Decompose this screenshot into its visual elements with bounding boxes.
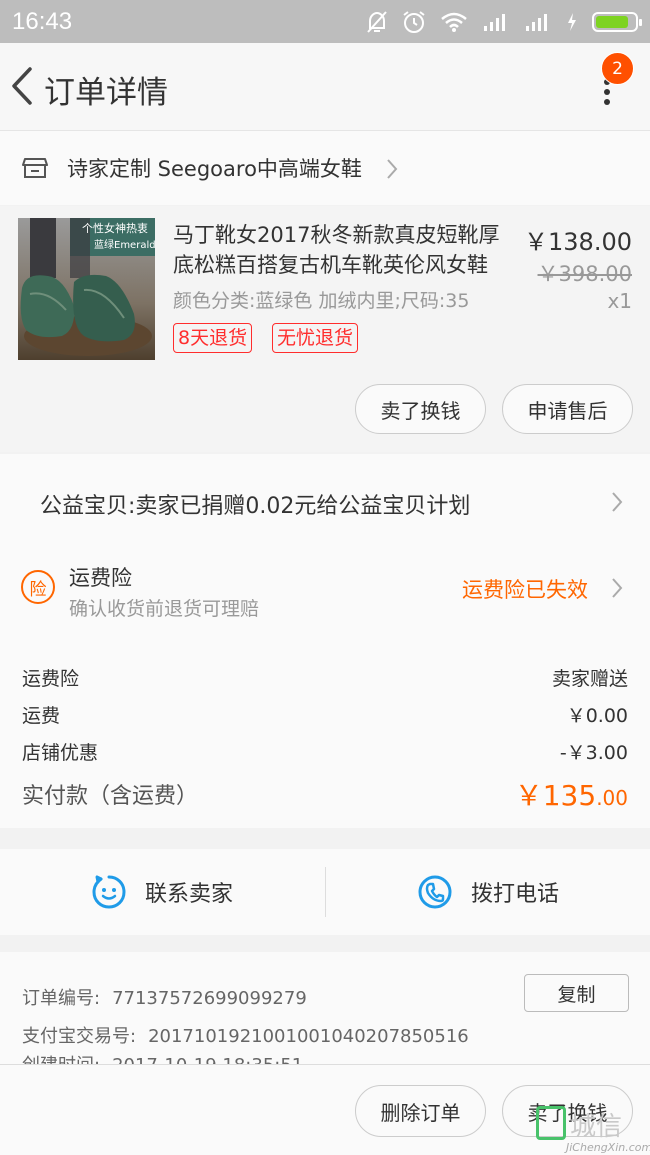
status-icons (366, 10, 642, 34)
watermark-text: 城信 (570, 1112, 623, 1142)
copy-button[interactable]: 复制 (524, 974, 629, 1012)
product-title: 马丁靴女2017秋冬新款真皮短靴厚底松糕百搭复古机车靴英伦风女鞋 (173, 223, 500, 277)
total-amount-decimal: .00 (596, 786, 628, 810)
charging-icon (568, 12, 576, 31)
product-spec: 颜色分类:蓝绿色 加绒内里;尺码:35 (173, 290, 470, 312)
fee-label: 运费 (22, 705, 61, 727)
mute-icon (367, 10, 387, 33)
chevron-right-icon (612, 492, 623, 512)
order-number: 7713757269909927​9 (112, 988, 307, 1009)
fee-row: 运费 ￥0.00 (22, 701, 628, 731)
status-bar: 16:43 (0, 0, 650, 43)
chevron-right-icon (387, 159, 398, 179)
charity-text: 公益宝贝:卖家已捐赠0.02元给公益宝贝计划 (40, 494, 471, 519)
alipay-number: 2017101921001001040207850516 (148, 1026, 469, 1047)
return-tag: 无忧退货 (272, 323, 359, 353)
shop-name: 诗家定制 Seegoaro中高端女鞋 (67, 157, 362, 181)
battery-icon (592, 11, 642, 32)
insurance-icon: 险 (21, 570, 55, 604)
order-info: 订单编号: 7713757269909927​9 复制 支付宝交易号: 201710… (0, 952, 650, 1064)
alarm-icon (403, 10, 425, 33)
alipay-number-label: 支付宝交易号: (22, 1026, 137, 1047)
fee-label: 店铺优惠 (22, 742, 99, 764)
contact-seller-button[interactable]: 联系卖家 (0, 849, 324, 935)
fee-summary: 运费险 卖家赠送 运费 ￥0.00 店铺优惠 -￥3.00 实付款（含运费） ￥… (0, 638, 650, 828)
chevron-left-icon (12, 67, 32, 105)
back-button[interactable] (8, 63, 38, 109)
call-phone-button[interactable]: 拨打电话 (326, 849, 650, 935)
thumb-caption: 个性女神热衷 (82, 221, 148, 235)
sell-for-cash-button[interactable]: 卖了换钱 (355, 384, 486, 434)
shipping-insurance-row[interactable]: 险 运费险 确认收货前退货可理赔 运费险已失效 (0, 548, 650, 638)
product-quantity: x1 (607, 289, 632, 313)
fee-row: 店铺优惠 -￥3.00 (22, 738, 628, 768)
status-time: 16:43 (12, 7, 73, 35)
signal-icon (484, 13, 505, 31)
watermark-mark (536, 1106, 566, 1140)
insurance-status: 运费险已失效 (462, 578, 588, 602)
order-number-line: 订单编号: 7713757269909927​9 (22, 984, 307, 1010)
order-item-card[interactable]: 个性女神热衷 蓝绿Emerald 马丁靴女2017秋冬新款真皮短靴厚底松糕百搭复… (0, 206, 650, 452)
total-amount-main: ￥135 (514, 779, 597, 812)
signal-icon (526, 13, 547, 31)
fee-value: ￥0.00 (566, 705, 628, 727)
insurance-title: 运费险 (69, 566, 132, 590)
dot-icon (604, 89, 610, 95)
page-title: 订单详情 (44, 75, 168, 111)
delete-order-button[interactable]: 删除订单 (355, 1085, 486, 1137)
contact-bar: 联系卖家 拨打电话 (0, 849, 650, 935)
created-time: 2017-10-19 18:35:51 (112, 1055, 303, 1064)
created-time-label: 创建时间: (22, 1055, 100, 1064)
order-number-label: 订单编号: (22, 988, 101, 1009)
shop-row[interactable]: 诗家定制 Seegoaro中高端女鞋 (0, 131, 650, 205)
fee-value: 卖家赠送 (551, 668, 628, 690)
wifi-icon (441, 12, 467, 32)
product-price: ￥138.00 (524, 228, 632, 256)
charity-row[interactable]: 公益宝贝:卖家已捐赠0.02元给公益宝贝计划 (0, 454, 650, 548)
total-row: 实付款（含运费） ￥135.00 (22, 774, 628, 814)
dot-icon (604, 99, 610, 105)
chat-icon (92, 875, 126, 909)
call-phone-label: 拨打电话 (470, 882, 559, 907)
alipay-number-line: 支付宝交易号: 2017101921001001040207850516 (22, 1022, 469, 1048)
nav-bar: 订单详情 (0, 43, 650, 131)
phone-icon (418, 875, 452, 909)
insurance-subtitle: 确认收货前退货可理赔 (69, 598, 260, 620)
contact-seller-label: 联系卖家 (144, 882, 233, 907)
product-image: 个性女神热衷 蓝绿Emerald (18, 218, 155, 360)
total-amount: ￥135.00 (515, 774, 628, 814)
fee-label: 运费险 (22, 668, 80, 690)
watermark-url: JiChengXin.com (566, 1141, 650, 1154)
return-tag: 8天退货 (173, 323, 253, 353)
fee-row: 运费险 卖家赠送 (22, 664, 628, 694)
notification-badge: 2 (601, 52, 634, 85)
watermark-logo: 城信 JiChengXin.com (532, 1104, 650, 1155)
after-sales-button[interactable]: 申请售后 (502, 384, 633, 434)
product-original-price: ￥398.00 (537, 262, 632, 286)
shop-icon (22, 158, 48, 178)
chevron-right-icon (612, 578, 623, 598)
total-label: 实付款（含运费） (22, 784, 199, 809)
created-time-line: 创建时间: 2017-10-19 18:35:51 (22, 1051, 303, 1064)
fee-value: -￥3.00 (559, 742, 628, 764)
thumb-caption: 蓝绿Emerald (94, 238, 155, 251)
product-thumbnail[interactable]: 个性女神热衷 蓝绿Emerald (18, 218, 155, 360)
